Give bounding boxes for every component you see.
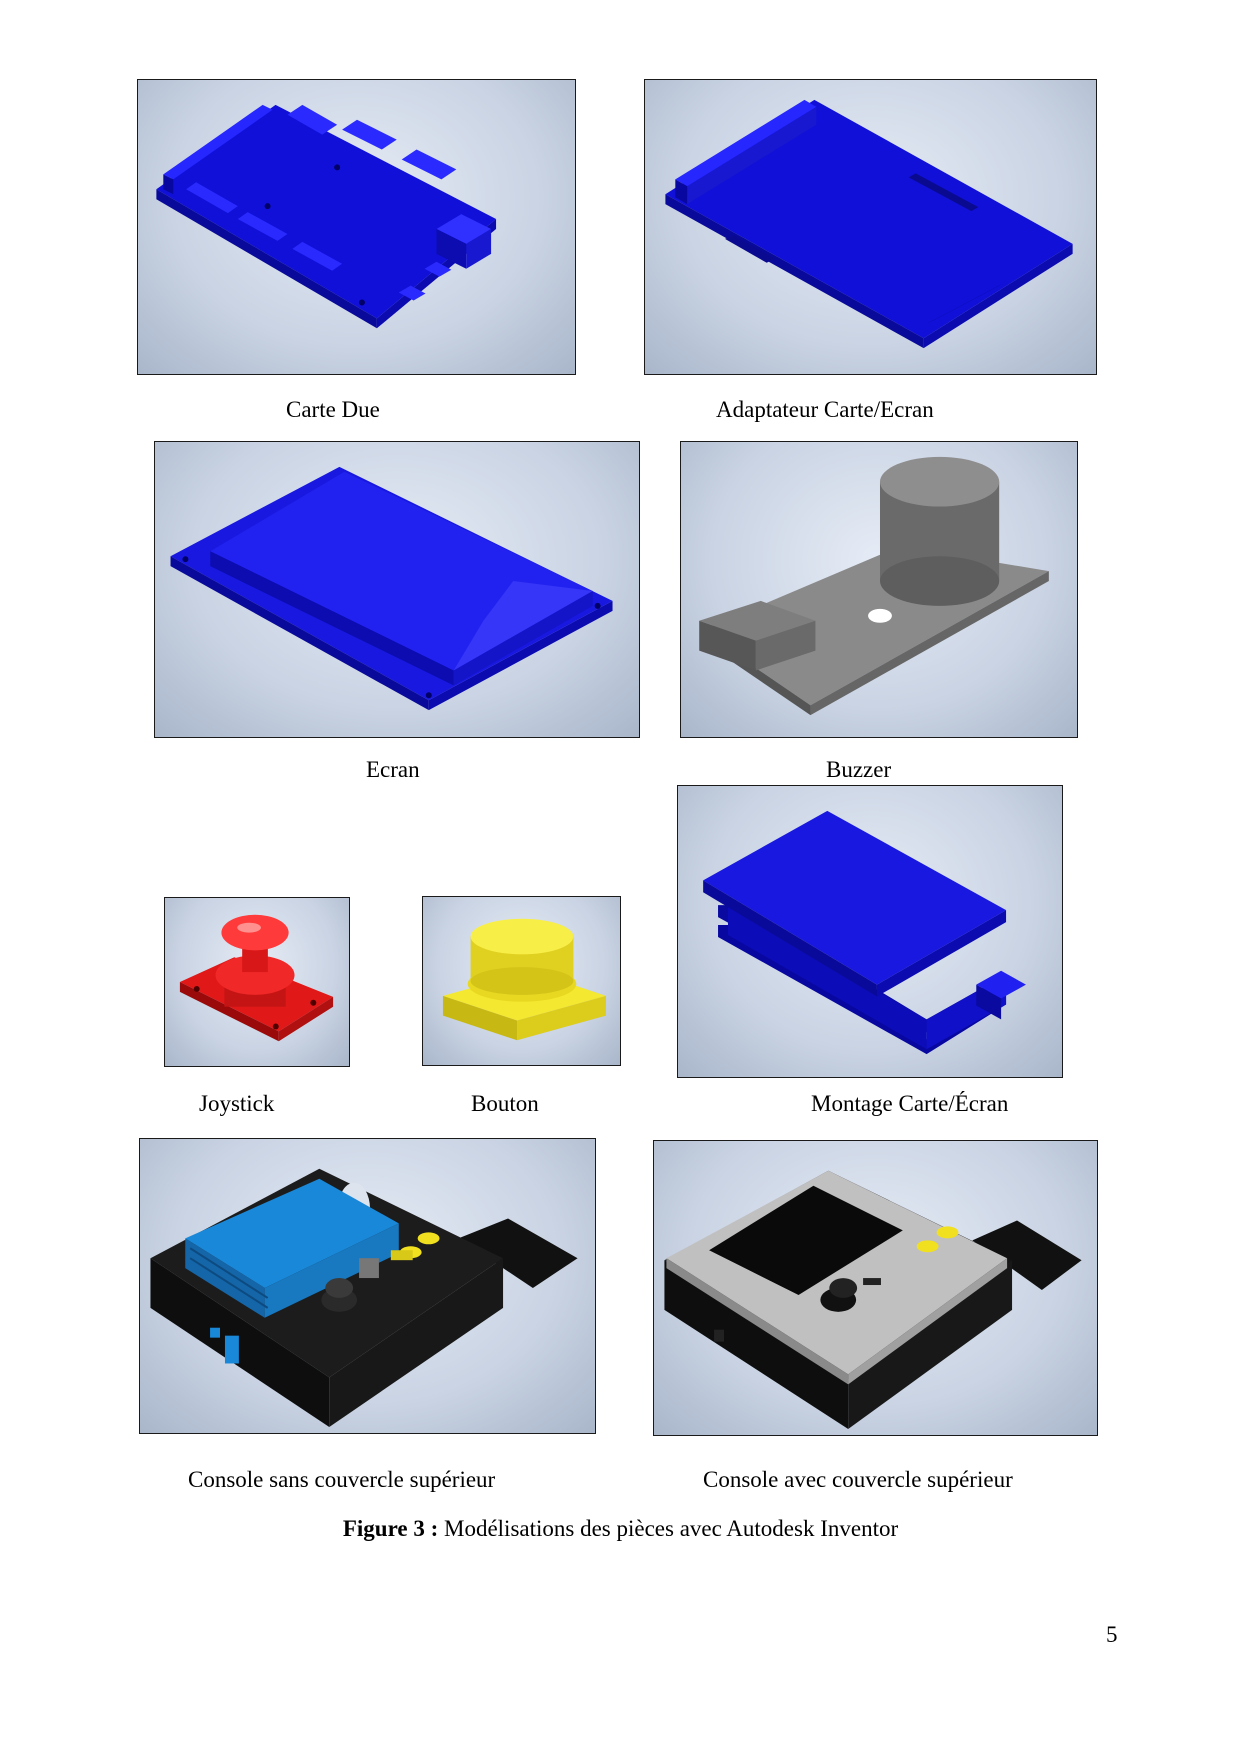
buzzer-render (699, 456, 1049, 716)
adaptateur-render (665, 99, 1073, 349)
image-bouton (422, 896, 621, 1066)
image-ecran (154, 441, 640, 738)
image-console-sans-couvercle (139, 1138, 596, 1434)
ecran-render (170, 466, 613, 711)
image-adaptateur (644, 79, 1097, 375)
figure-text: Modélisations des pièces avec Autodesk I… (438, 1516, 899, 1541)
image-montage (677, 785, 1063, 1078)
bouton-render (442, 918, 606, 1041)
caption-carte-due: Carte Due (286, 397, 380, 422)
montage-render (703, 810, 1026, 1055)
image-buzzer (680, 441, 1078, 738)
caption-montage: Montage Carte/Écran (811, 1091, 1009, 1116)
caption-bouton: Bouton (471, 1091, 539, 1116)
carte-due-render (156, 104, 497, 329)
caption-buzzer: Buzzer (826, 757, 892, 782)
figure-caption: Figure 3 : Modélisations des pièces avec… (0, 1517, 1241, 1540)
caption-joystick: Joystick (199, 1091, 275, 1116)
image-carte-due (137, 79, 576, 375)
caption-console-sans: Console sans couvercle supérieur (188, 1467, 496, 1492)
console-avec-render (664, 1170, 1082, 1430)
figure-label: Figure 3 : (342, 1516, 439, 1541)
caption-ecran: Ecran (366, 757, 420, 782)
image-joystick (164, 897, 350, 1067)
page-number: 5 (1106, 1622, 1118, 1647)
joystick-render (179, 914, 334, 1042)
caption-adaptateur: Adaptateur Carte/Ecran (716, 397, 934, 422)
console-sans-render (150, 1168, 578, 1428)
caption-console-avec: Console avec couvercle supérieur (703, 1467, 1013, 1492)
image-console-avec-couvercle (653, 1140, 1098, 1436)
